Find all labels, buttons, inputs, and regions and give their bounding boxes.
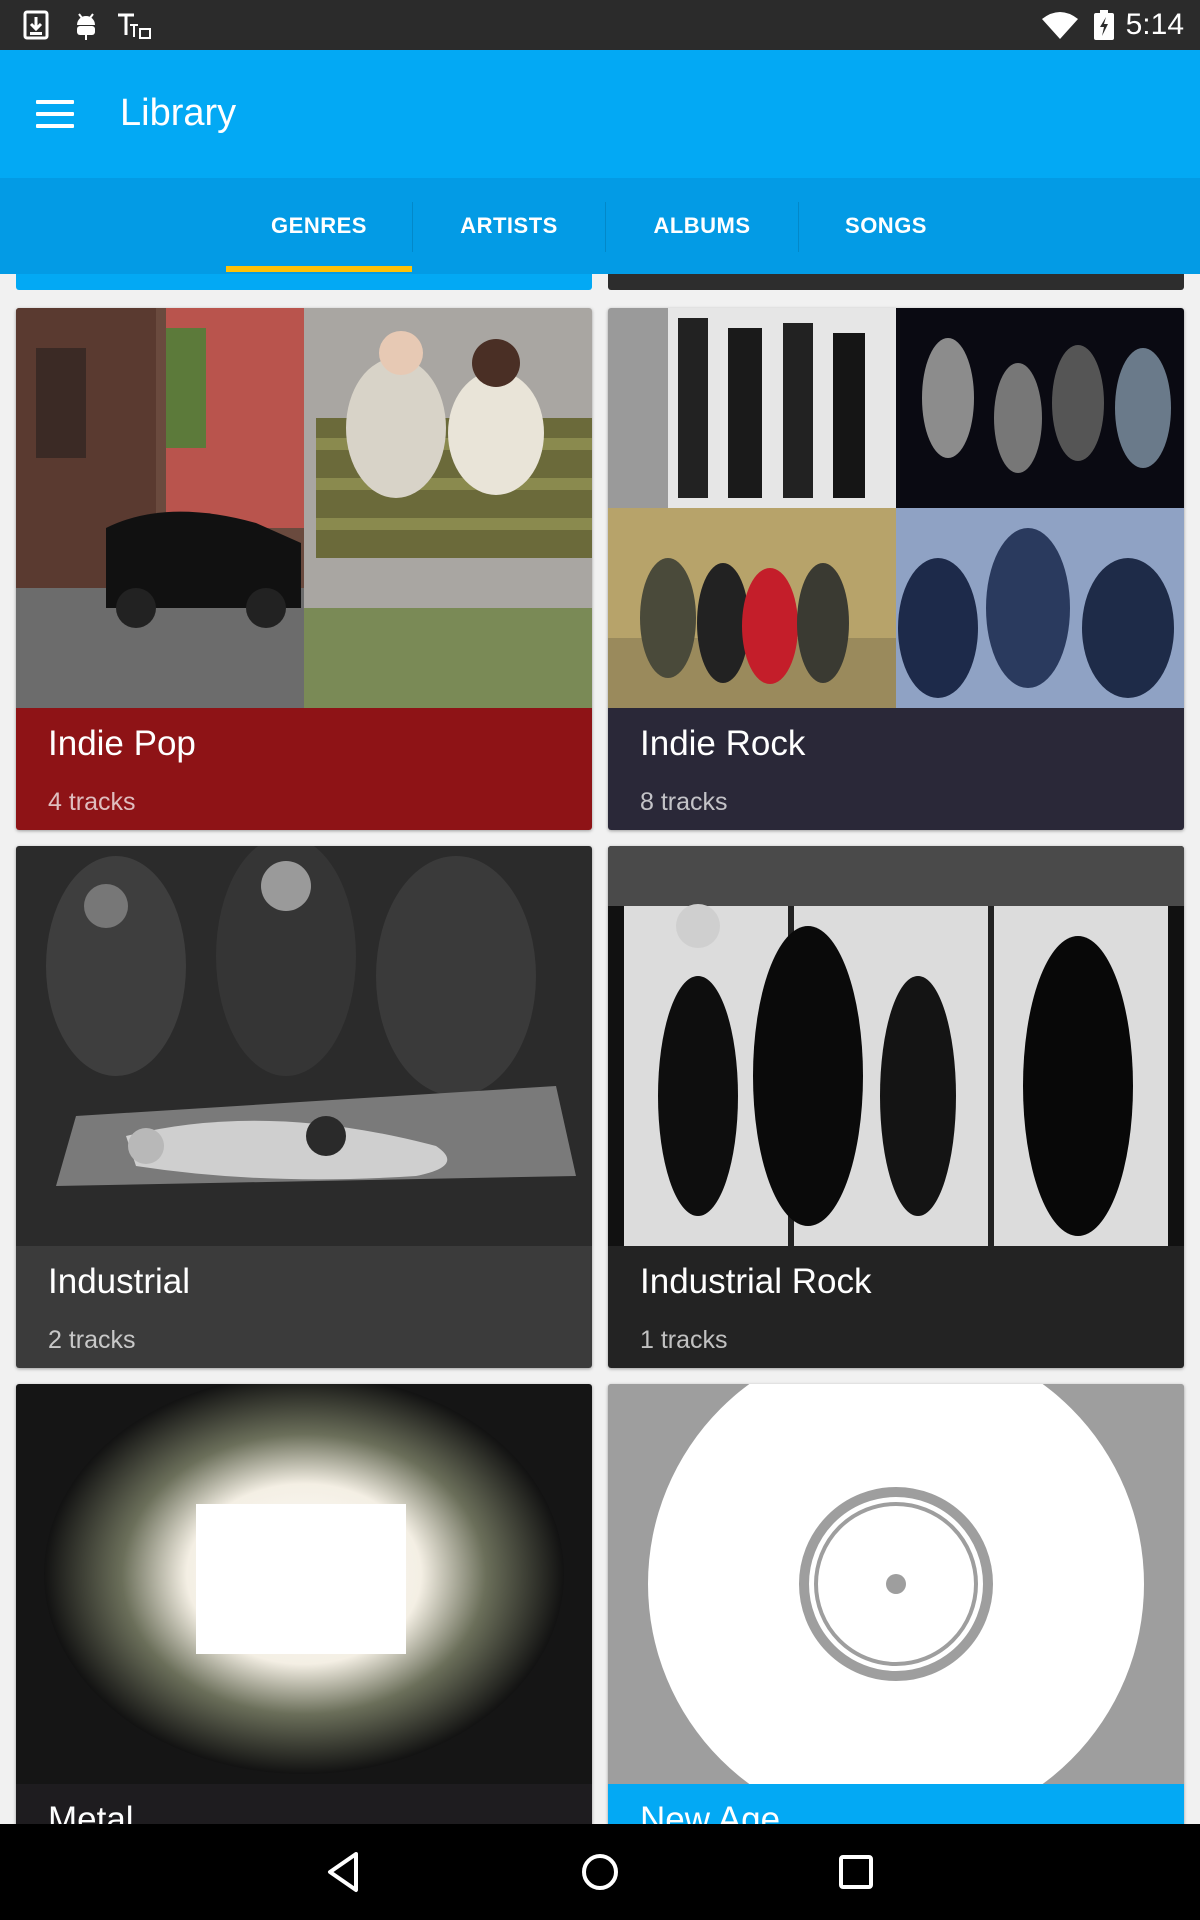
genre-artwork (16, 846, 592, 1246)
album-cover-image (16, 846, 592, 1246)
genre-artwork (608, 308, 1184, 708)
menu-button[interactable] (36, 98, 76, 130)
tab-albums[interactable]: ALBUMS (606, 178, 798, 274)
genre-name: Metal (48, 1800, 134, 1824)
status-time: 5:14 (1125, 8, 1184, 41)
genre-name: Industrial Rock (640, 1262, 872, 1301)
genre-caption: New Age (608, 1784, 1184, 1824)
tab-selected-indicator (226, 266, 412, 272)
genre-track-count: 2 tracks (48, 1326, 136, 1354)
tab-bar: GENRES ARTISTS ALBUMS SONGS (0, 178, 1200, 274)
genre-caption: Industrial 2 tracks (16, 1246, 592, 1368)
download-icon (23, 10, 49, 40)
genre-card[interactable]: Indie Rock 8 tracks (608, 308, 1184, 830)
album-collage-image (16, 308, 592, 708)
tab-genres[interactable]: GENRES (226, 178, 412, 274)
genre-card-partial[interactable] (16, 274, 592, 290)
genre-artwork (16, 1384, 592, 1784)
navigation-bar (0, 1824, 1200, 1920)
genre-name: Industrial (48, 1262, 191, 1301)
genre-name: New Age (640, 1800, 781, 1824)
default-album-art-icon (608, 1384, 1184, 1784)
album-cover-image (16, 1384, 592, 1784)
screen: 5:14 Library GENRES ARTISTS ALBUMS SONGS (0, 0, 1200, 1920)
tab-artists[interactable]: ARTISTS (413, 178, 605, 274)
genre-name: Indie Pop (48, 724, 196, 763)
genre-caption: Indie Pop 4 tracks (16, 708, 592, 830)
genre-caption: Metal (16, 1784, 592, 1824)
battery-icon (1094, 10, 1114, 40)
home-icon[interactable] (570, 1842, 630, 1902)
back-icon[interactable] (314, 1842, 374, 1902)
genre-artwork (608, 846, 1184, 1246)
album-cover-image (608, 846, 1184, 1246)
genre-name: Indie Rock (640, 724, 806, 763)
text-edit-icon (118, 13, 151, 39)
recent-apps-icon[interactable] (826, 1842, 886, 1902)
genre-card-partial[interactable] (608, 274, 1184, 290)
app-bar: Library (0, 50, 1200, 178)
android-debug-icon (77, 13, 95, 40)
genre-track-count: 4 tracks (48, 788, 136, 816)
genre-card[interactable]: Industrial 2 tracks (16, 846, 592, 1368)
genre-card[interactable]: New Age (608, 1384, 1184, 1824)
hamburger-menu-icon (36, 100, 74, 104)
status-bar: 5:14 (0, 0, 1200, 50)
genre-track-count: 1 tracks (640, 1326, 728, 1354)
page-title: Library (120, 92, 237, 134)
genre-grid[interactable]: Indie Pop 4 tracks Indie Rock 8 tracks I… (0, 274, 1200, 1824)
genre-card[interactable]: Metal (16, 1384, 592, 1824)
genre-card[interactable]: Indie Pop 4 tracks (16, 308, 592, 830)
genre-artwork (608, 1384, 1184, 1784)
genre-artwork (16, 308, 592, 708)
wifi-icon (1042, 12, 1078, 39)
tab-songs[interactable]: SONGS (799, 178, 973, 274)
genre-track-count: 8 tracks (640, 788, 728, 816)
genre-card[interactable]: Industrial Rock 1 tracks (608, 846, 1184, 1368)
genre-caption: Indie Rock 8 tracks (608, 708, 1184, 830)
genre-caption: Industrial Rock 1 tracks (608, 1246, 1184, 1368)
album-collage-image (608, 308, 1184, 708)
